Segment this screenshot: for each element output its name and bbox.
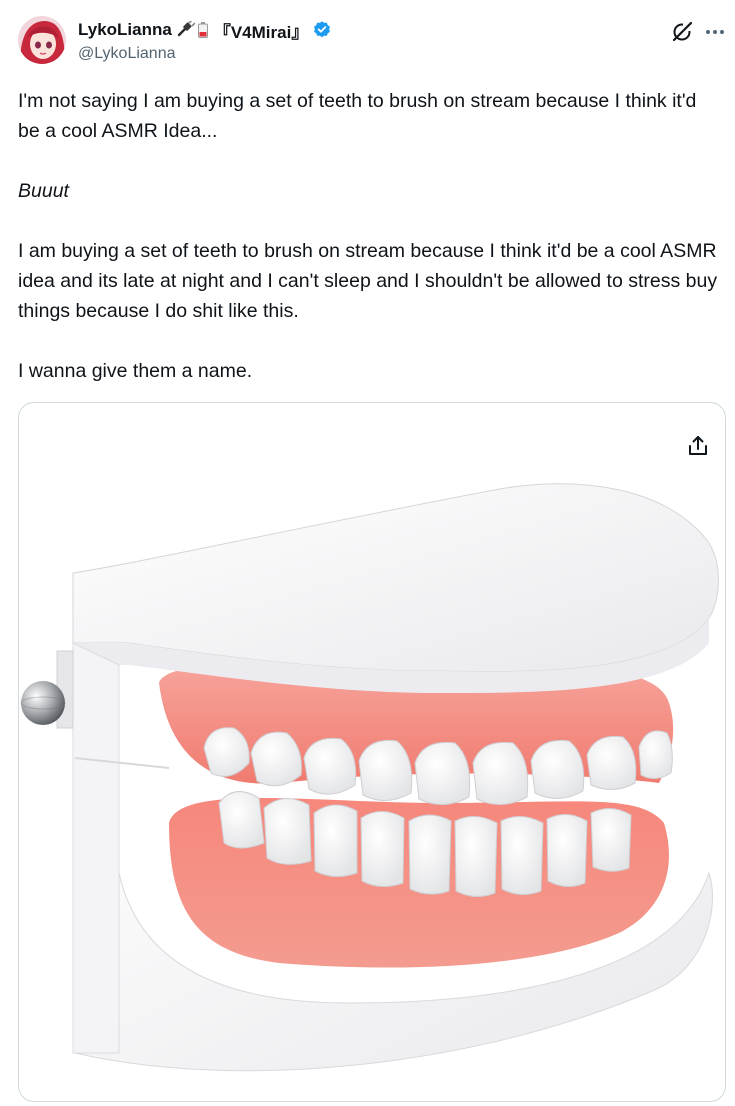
tweet-paragraph: I wanna give them a name.	[18, 360, 253, 382]
battery-icon	[197, 22, 208, 38]
dental-model-icon	[20, 483, 719, 1072]
author-name-row[interactable]: LykoLianna 『V4Mirai』	[78, 18, 332, 42]
grok-icon[interactable]	[671, 21, 693, 43]
share-icon[interactable]	[685, 433, 711, 459]
tweet-paragraph: I am buying a set of teeth to brush on s…	[18, 240, 718, 322]
more-options-icon[interactable]	[704, 22, 726, 42]
tweet-paragraph: I'm not saying I am buying a set of teet…	[18, 90, 697, 142]
name-suffix: 『V4Mirai』	[213, 22, 309, 42]
tweet-paragraph: Buuut	[18, 180, 69, 202]
plug-icon	[177, 19, 196, 39]
verified-badge-icon[interactable]	[312, 20, 332, 40]
tweet-text: I'm not saying I am buying a set of teet…	[18, 86, 718, 386]
tweet: LykoLianna 『V4Mirai』 @LykoLianna I'm not…	[0, 0, 735, 1106]
tweet-media[interactable]	[18, 402, 726, 1102]
avatar[interactable]	[18, 16, 66, 64]
author-handle[interactable]: @LykoLianna	[78, 45, 176, 63]
display-name[interactable]: LykoLianna	[78, 20, 172, 40]
